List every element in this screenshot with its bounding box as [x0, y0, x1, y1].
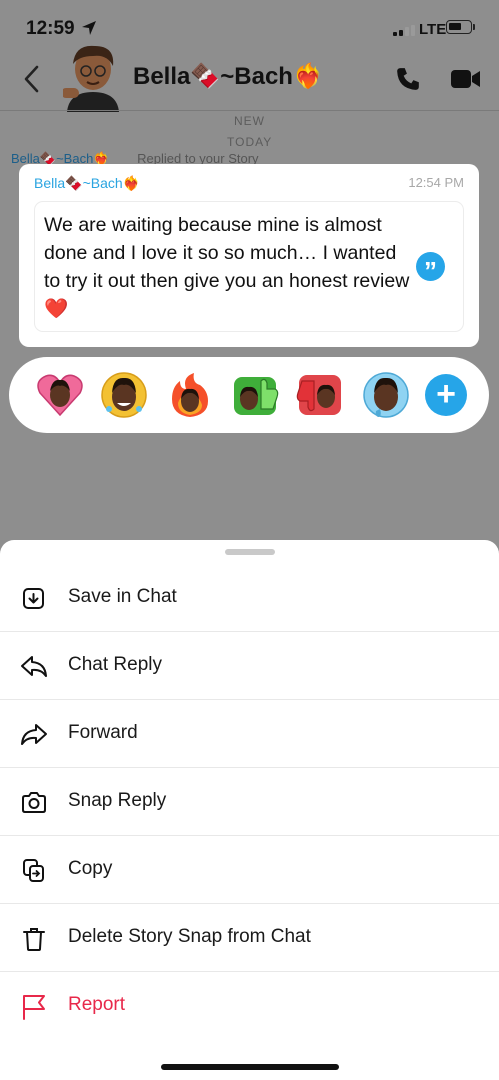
sheet-drag-handle[interactable] — [225, 549, 275, 555]
reaction-bar: + — [9, 357, 489, 433]
status-time: 12:59 — [26, 18, 75, 39]
back-chevron-icon[interactable] — [22, 64, 40, 94]
menu-label: Delete Story Snap from Chat — [68, 926, 311, 947]
video-call-icon[interactable] — [451, 68, 481, 90]
flag-icon — [23, 995, 45, 1020]
menu-save-in-chat[interactable]: Save in Chat — [0, 564, 499, 632]
menu-copy[interactable]: Copy — [0, 836, 499, 904]
laughing-bitmoji-reaction[interactable] — [100, 371, 148, 419]
network-type: LTE — [419, 21, 447, 38]
camera-icon — [22, 792, 46, 813]
quote-reply-icon[interactable]: ” — [416, 252, 445, 286]
cell-signal-icon — [393, 25, 415, 36]
thumbs-up-bitmoji-reaction[interactable] — [231, 371, 279, 419]
fire-bitmoji-reaction[interactable] — [166, 371, 214, 419]
actions-menu: Save in Chat Chat Reply Forward Snap Rep… — [0, 564, 499, 1040]
crying-bitmoji-reaction[interactable] — [362, 371, 410, 419]
menu-chat-reply[interactable]: Chat Reply — [0, 632, 499, 700]
contact-name[interactable]: Bella🍫~Bach❤️‍🔥 — [133, 62, 323, 91]
menu-label: Report — [68, 994, 126, 1015]
menu-report[interactable]: Report — [0, 972, 499, 1040]
menu-label: Save in Chat — [68, 586, 177, 607]
phone-call-icon[interactable] — [395, 66, 421, 92]
forward-arrow-icon — [21, 724, 47, 745]
heart-eyes-bitmoji-reaction[interactable] — [36, 371, 84, 419]
menu-label: Snap Reply — [68, 790, 167, 811]
battery-icon — [446, 20, 472, 34]
message-sender: Bella🍫~Bach❤️‍🔥 — [34, 175, 141, 191]
thumbs-down-bitmoji-reaction[interactable] — [296, 371, 344, 419]
home-indicator[interactable] — [161, 1064, 339, 1070]
reply-arrow-icon — [21, 656, 47, 677]
add-reaction-button[interactable]: + — [425, 374, 467, 416]
menu-delete-story-snap[interactable]: Delete Story Snap from Chat — [0, 904, 499, 972]
location-arrow-icon — [82, 21, 96, 35]
trash-icon — [23, 928, 45, 951]
header-divider — [0, 110, 499, 111]
menu-label: Copy — [68, 858, 113, 879]
menu-label: Forward — [68, 722, 138, 743]
copy-icon — [23, 859, 44, 882]
menu-snap-reply[interactable]: Snap Reply — [0, 768, 499, 836]
save-in-chat-icon — [23, 588, 44, 609]
contact-bitmoji-avatar[interactable] — [63, 42, 123, 112]
message-time: 12:54 PM — [408, 175, 464, 190]
separator-today: TODAY — [227, 135, 273, 149]
message-bubble[interactable]: We are waiting because mine is almost do… — [34, 201, 464, 332]
message-actions-sheet: Save in Chat Chat Reply Forward Snap Rep… — [0, 540, 499, 1080]
selected-message-card: Bella🍫~Bach❤️‍🔥 12:54 PM We are waiting … — [19, 164, 479, 347]
message-text: We are waiting because mine is almost do… — [44, 214, 410, 320]
menu-label: Chat Reply — [68, 654, 162, 675]
menu-forward[interactable]: Forward — [0, 700, 499, 768]
separator-new: NEW — [234, 114, 265, 128]
